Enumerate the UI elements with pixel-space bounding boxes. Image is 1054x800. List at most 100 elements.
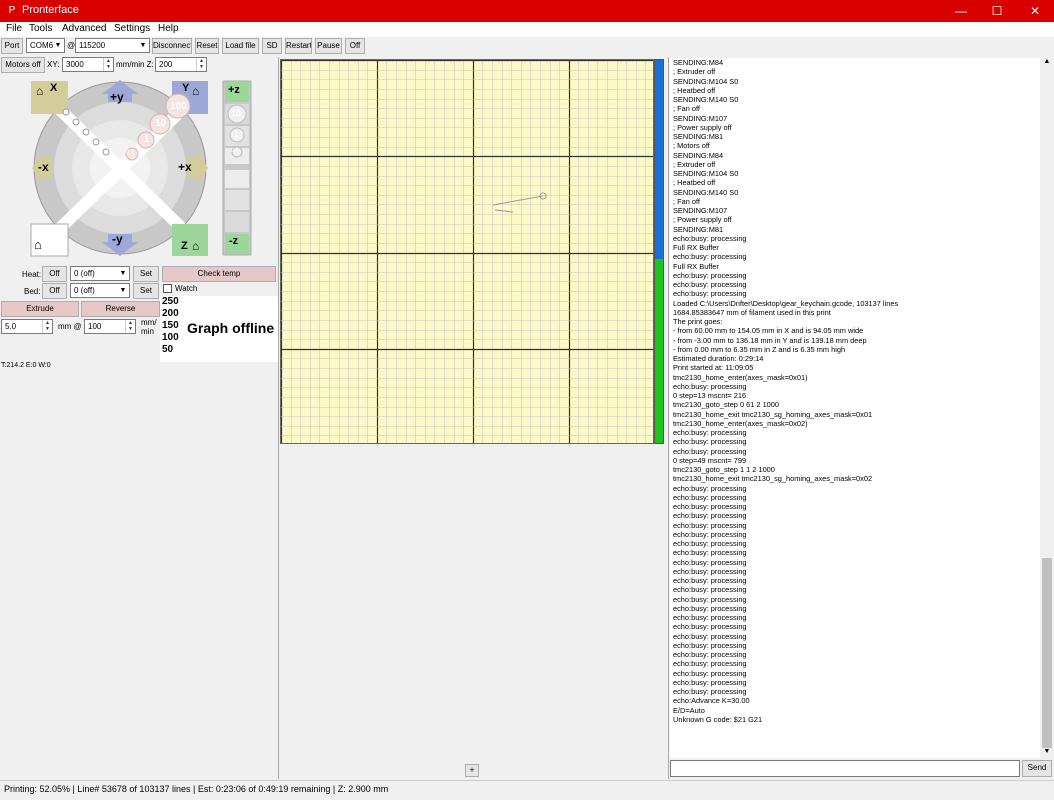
reverse-button[interactable]: Reverse [81, 301, 160, 317]
log-line: tmc2130_home_exit tmc2130_sg_homing_axes… [673, 474, 873, 484]
log-scrollbar[interactable]: ▲ ▼ [1040, 58, 1054, 758]
log-line: SENDING:M104 S0 [673, 76, 739, 86]
extrude-button[interactable]: Extrude [1, 301, 79, 317]
port-button[interactable]: Port [1, 38, 23, 54]
heat-value: 0 (off) [74, 269, 95, 278]
zstep-down-01-zone[interactable] [225, 170, 249, 188]
heat-off-button[interactable]: Off [42, 266, 67, 282]
log-line: 0 step=13 mscnt= 216 [673, 391, 747, 400]
extrude-speed-input[interactable]: 100 ▲ ▼ [84, 319, 136, 334]
home-z-button[interactable] [172, 224, 208, 256]
graph-tick: 250 [162, 296, 179, 307]
home-all-icon: ⌂ [34, 237, 42, 252]
log-line: echo:busy: processing [673, 280, 747, 289]
log-line: echo:busy: processing [673, 252, 747, 262]
window-title: Pronterface [22, 4, 79, 16]
menu-help[interactable]: Help [158, 23, 179, 34]
log-line: ; Fan off [673, 196, 700, 206]
log-line: echo:busy: processing [673, 687, 747, 696]
reset-button[interactable]: Reset [195, 38, 219, 54]
command-input[interactable] [670, 760, 1020, 777]
home-icon: ⌂ [192, 84, 200, 98]
menu-settings[interactable]: Settings [114, 23, 150, 34]
load-file-button[interactable]: Load file [222, 38, 259, 54]
log-line: echo:busy: processing [673, 603, 747, 613]
grid-lines [281, 60, 653, 443]
restart-button[interactable]: Restart [285, 38, 312, 54]
scroll-up-icon[interactable]: ▲ [1042, 58, 1052, 68]
log-line: Full RX Buffer [673, 243, 719, 252]
expand-button[interactable]: + [465, 764, 479, 777]
log-line: echo:busy: processing [673, 483, 747, 493]
log-line: ; Fan off [673, 104, 700, 114]
log-line: ; Extruder off [673, 159, 716, 169]
print-preview-grid[interactable] [280, 59, 654, 444]
log-line: echo:busy: processing [673, 640, 747, 650]
log-line: ; Heatbed off [673, 85, 716, 95]
close-button[interactable]: ✕ [1018, 0, 1052, 22]
grid-canvas [281, 60, 653, 443]
heat-select[interactable]: 0 (off) ▼ [70, 266, 130, 281]
graph-tick: 100 [162, 332, 179, 343]
send-button[interactable]: Send [1022, 760, 1052, 777]
sd-button[interactable]: SD [262, 38, 282, 54]
bed-value: 0 (off) [74, 286, 95, 295]
home-x-label: X [50, 82, 58, 94]
scroll-thumb[interactable] [1042, 558, 1052, 748]
log-line: Loaded C:\Users\Drifter\Desktop\gear_key… [673, 298, 899, 308]
step-dot [62, 108, 70, 116]
log-line: echo:busy: processing [673, 659, 747, 669]
log-line: SENDING:M81 [673, 132, 724, 141]
minus-y-label: -y [112, 232, 123, 246]
log-line: ; Heatbed off [673, 178, 716, 188]
watch-checkbox[interactable] [163, 284, 172, 293]
motors-off-button[interactable]: Motors off [1, 57, 45, 73]
log-line: ; Motors off [673, 141, 710, 151]
log-line: echo:busy: processing [673, 594, 747, 604]
zstep-down-1-zone[interactable] [225, 190, 249, 210]
port-select[interactable]: COM6 ▼ [26, 38, 65, 53]
temp-graph: 250 200 150 100 50 Graph offline [160, 296, 278, 362]
zstep-down-10-zone[interactable] [225, 212, 249, 232]
temperature-readout: T:214.2 E:0 W:0 [1, 362, 51, 369]
heat-set-button[interactable]: Set [133, 266, 159, 282]
off-button[interactable]: Off [345, 38, 365, 54]
menu-tools[interactable]: Tools [29, 23, 52, 34]
console-log[interactable]: SENDING:M84; Extruder off SENDING:M104 S0… [670, 58, 1040, 758]
home-z-label: Z [181, 240, 188, 252]
port-value: COM6 [30, 41, 54, 50]
extrude-length-input[interactable]: 5.0 ▲ ▼ [1, 319, 53, 334]
disconnect-button[interactable]: Disconnect [152, 38, 192, 54]
log-line: echo:busy: processing [673, 613, 747, 622]
log-line: echo:busy: processing [673, 492, 747, 502]
log-line: Print started at: 11:09:05 [673, 363, 754, 373]
scroll-down-icon[interactable]: ▼ [1042, 748, 1052, 758]
baud-select[interactable]: 115200 ▼ [75, 38, 150, 53]
pause-button[interactable]: Pause [315, 38, 342, 54]
z-feedrate-input[interactable]: 200 ▲ ▼ [155, 57, 207, 72]
bed-select[interactable]: 0 (off) ▼ [70, 283, 130, 298]
bed-off-button[interactable]: Off [42, 283, 67, 299]
bed-set-button[interactable]: Set [133, 283, 159, 299]
z-jog-bar[interactable] [222, 80, 252, 256]
minimize-button[interactable]: — [944, 0, 978, 22]
mm-min-z-label: mm/min Z: [116, 60, 154, 69]
xy-feedrate-value: 3000 [66, 60, 84, 69]
xy-feedrate-input[interactable]: 3000 ▲ ▼ [62, 57, 114, 72]
log-line: SENDING:M104 S0 [673, 169, 739, 178]
log-line: - from 60.00 mm to 154.05 mm in X and is… [673, 326, 864, 336]
plus-y-label: +y [110, 90, 124, 104]
log-line: tmc2130_home_enter(axes_mask=0x02) [673, 418, 808, 428]
menu-file[interactable]: File [6, 23, 22, 34]
heat-label: Heat: [22, 270, 42, 279]
menu-advanced[interactable]: Advanced [62, 23, 106, 34]
check-temp-button[interactable]: Check temp [162, 266, 276, 282]
zstep-01-label: 0.1 [231, 148, 238, 154]
maximize-button[interactable]: ☐ [980, 0, 1014, 22]
step-1-label: 1 [144, 134, 150, 144]
log-line: SENDING:M140 S0 [673, 95, 739, 104]
home-icon: ⌂ [36, 84, 44, 98]
plus-x-label: +x [178, 160, 192, 174]
status-text: Printing: 52.05% | Line# 53678 of 103137… [4, 784, 389, 794]
chevron-down-icon: ▼ [119, 270, 127, 277]
